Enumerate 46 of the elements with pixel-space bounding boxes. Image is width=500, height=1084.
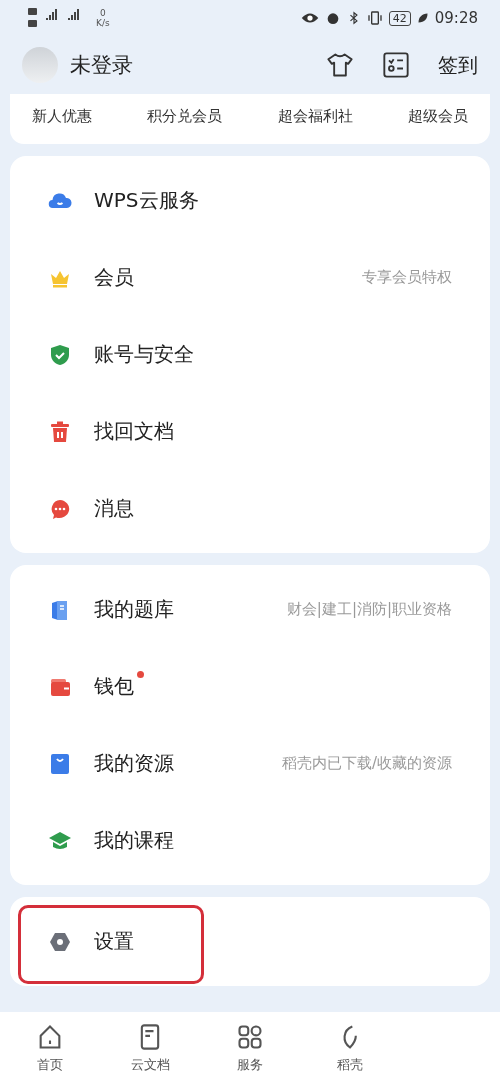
speed-unit: K/s bbox=[96, 18, 110, 28]
shirt-icon bbox=[326, 51, 354, 79]
menu-item[interactable]: 账号与安全 bbox=[10, 316, 490, 393]
battery-level: 42 bbox=[388, 10, 411, 26]
menu-hint: 财会|建工|消防|职业资格 bbox=[286, 600, 452, 619]
menu-label: 账号与安全 bbox=[94, 341, 194, 368]
menu-label: 找回文档 bbox=[94, 418, 174, 445]
checkin-button[interactable]: 签到 bbox=[438, 51, 478, 79]
menu-label: 我的题库 bbox=[94, 596, 174, 623]
network-speed: 0 bbox=[99, 8, 106, 18]
menu-item[interactable]: 找回文档 bbox=[10, 393, 490, 470]
nav-tab[interactable]: 服务 bbox=[200, 1012, 300, 1084]
checklist-button[interactable] bbox=[382, 51, 410, 79]
clock-time: 09:28 bbox=[434, 9, 478, 27]
nav-tab[interactable]: 首页 bbox=[0, 1012, 100, 1084]
menu-label: WPS云服务 bbox=[94, 187, 199, 214]
quick-link[interactable]: 积分兑会员 bbox=[147, 106, 223, 126]
menu-item[interactable]: 钱包 bbox=[10, 648, 490, 725]
menu-hint: 专享会员特权 bbox=[362, 268, 452, 287]
menu-item[interactable]: 消息 bbox=[10, 470, 490, 547]
menu-item[interactable]: 设置 bbox=[10, 903, 490, 980]
menu-hint: 稻壳内已下载/收藏的资源 bbox=[281, 754, 452, 773]
shirt-button[interactable] bbox=[326, 51, 354, 79]
menu-label: 设置 bbox=[94, 928, 134, 955]
menu-item[interactable]: 我的资源 稻壳内已下载/收藏的资源 bbox=[10, 725, 490, 802]
quick-link[interactable]: 超级会员 bbox=[408, 106, 468, 126]
menu-item[interactable]: 我的题库 财会|建工|消防|职业资格 bbox=[10, 571, 490, 648]
quick-link[interactable]: 新人优惠 bbox=[32, 106, 92, 126]
menu-item[interactable]: 我的课程 bbox=[10, 802, 490, 879]
trash-icon bbox=[48, 419, 72, 444]
menu-label: 我的资源 bbox=[94, 750, 174, 777]
nav-tab[interactable]: 云文档 bbox=[100, 1012, 200, 1084]
menu-item[interactable]: WPS云服务 bbox=[10, 162, 490, 239]
user-name: 未登录 bbox=[70, 52, 134, 79]
menu-label: 会员 bbox=[94, 264, 134, 291]
shield-icon bbox=[48, 342, 72, 367]
grid-icon[interactable] bbox=[236, 1022, 264, 1051]
quick-link[interactable]: 超会福利社 bbox=[277, 106, 353, 126]
menu-label: 钱包 bbox=[94, 673, 134, 700]
menu-label: 我的课程 bbox=[94, 827, 174, 854]
checklist-icon bbox=[382, 51, 410, 79]
vibrate-icon bbox=[366, 10, 383, 26]
shopping-bag-icon bbox=[48, 751, 72, 776]
menu-item[interactable]: 会员 专享会员特权 bbox=[10, 239, 490, 316]
menu-label: 消息 bbox=[94, 495, 134, 522]
nav-tab[interactable]: 稻壳 bbox=[300, 1012, 400, 1084]
